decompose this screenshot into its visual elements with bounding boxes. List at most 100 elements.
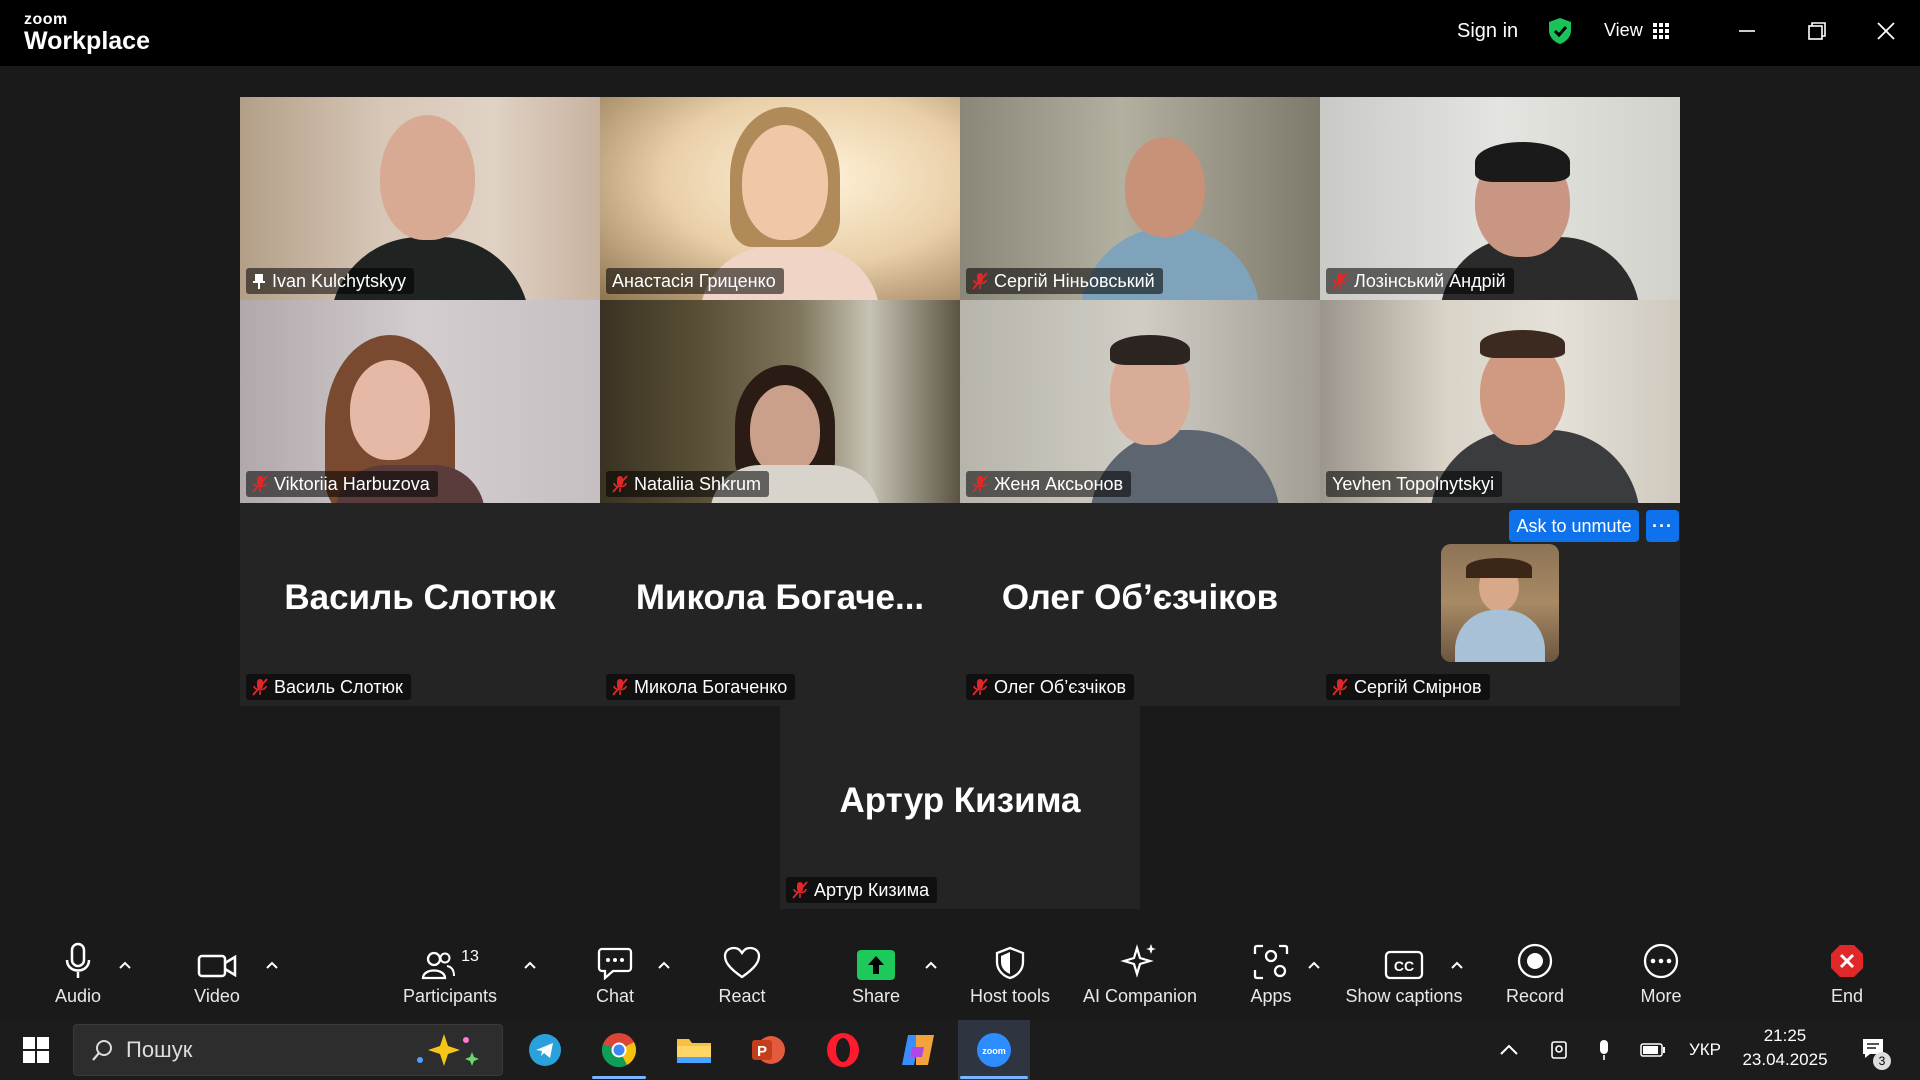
record-button[interactable]: Record <box>1505 930 1565 1020</box>
share-button[interactable]: Share <box>846 930 906 1020</box>
participant-tile[interactable]: Ivan Kulchytskyy <box>240 97 600 300</box>
participant-tile-active-speaker[interactable]: Yevhen Topolnytskyi <box>1320 300 1680 503</box>
chat-options-caret-icon[interactable] <box>657 958 671 972</box>
apps-button[interactable]: Apps <box>1241 930 1301 1020</box>
chrome-icon <box>601 1033 636 1068</box>
show-captions-button[interactable]: CC Show captions <box>1340 930 1468 1020</box>
participants-options-caret-icon[interactable] <box>523 958 537 972</box>
participant-tile[interactable]: Viktoriia Harbuzova <box>240 300 600 503</box>
participant-display-name: Микола Богаче... <box>635 578 925 617</box>
participant-tile[interactable]: Женя Аксьонов <box>960 300 1320 503</box>
taskbar-search-box[interactable]: Пошук <box>73 1024 503 1076</box>
clock[interactable]: 21:25 23.04.2025 <box>1737 1024 1833 1076</box>
end-meeting-button[interactable]: End <box>1817 930 1877 1020</box>
participant-name: Василь Слотюк <box>274 676 403 697</box>
powerpoint-app[interactable]: P <box>746 1028 790 1072</box>
file-explorer-app[interactable] <box>672 1028 716 1072</box>
logo-zoom-text: zoom <box>24 11 68 28</box>
ai-companion-button[interactable]: AI Companion <box>1080 930 1200 1020</box>
participant-name: Yevhen Topolnytskyi <box>1332 473 1495 494</box>
microphone-icon <box>65 942 91 978</box>
participant-tile[interactable]: Василь Слотюк Василь Слотюк <box>240 503 600 706</box>
participants-label: Participants <box>402 986 498 1006</box>
video-options-caret-icon[interactable] <box>265 958 279 972</box>
apps-options-caret-icon[interactable] <box>1307 958 1321 972</box>
battery-tray-button[interactable] <box>1637 1020 1669 1080</box>
end-label: End <box>1830 986 1864 1006</box>
zoom-running-indicator <box>960 1076 1028 1079</box>
participant-nameplate: Лозінський Андрій <box>1326 268 1514 294</box>
language-indicator[interactable]: УКР <box>1685 1020 1725 1080</box>
video-gallery: Ivan Kulchytskyy Анастасія Гриценко Серг… <box>0 66 1920 930</box>
search-icon <box>92 1040 112 1061</box>
security-shield-icon[interactable] <box>1547 17 1573 45</box>
host-tools-button[interactable]: Host tools <box>960 930 1060 1020</box>
restore-button[interactable] <box>1797 14 1837 48</box>
participant-name: Nataliia Shkrum <box>634 473 762 494</box>
folder-icon <box>677 1039 711 1063</box>
copilot-icon <box>902 1035 934 1065</box>
windows-logo-icon <box>23 1037 49 1063</box>
host-tools-label: Host tools <box>969 986 1051 1006</box>
audio-button[interactable]: Audio <box>48 930 108 1020</box>
participant-more-options-button[interactable]: ··· <box>1646 510 1679 542</box>
ai-sparkle-icon <box>1120 944 1156 978</box>
more-icon <box>1643 943 1679 979</box>
participants-count: 13 <box>461 948 479 965</box>
more-button[interactable]: More <box>1631 930 1691 1020</box>
participant-tile[interactable]: Анастасія Гриценко <box>600 97 960 300</box>
captions-options-caret-icon[interactable] <box>1450 958 1464 972</box>
copilot-app[interactable] <box>896 1028 940 1072</box>
chrome-app[interactable] <box>597 1028 641 1072</box>
pin-icon <box>253 274 265 289</box>
title-bar: zoom Workplace Sign in View <box>0 0 1920 66</box>
zoom-app[interactable]: zoom <box>972 1028 1016 1072</box>
participant-tile[interactable]: Лозінський Андрій <box>1320 97 1680 300</box>
view-button[interactable]: View <box>1604 20 1669 41</box>
participant-display-name: Олег Об’єзчіков <box>1001 578 1279 617</box>
microphone-tray-button[interactable] <box>1589 1020 1619 1080</box>
chat-button[interactable]: Chat <box>585 930 645 1020</box>
show-hidden-icons-button[interactable] <box>1495 1020 1523 1080</box>
participant-tile[interactable]: Nataliia Shkrum <box>600 300 960 503</box>
clock-date: 23.04.2025 <box>1742 1050 1828 1069</box>
participant-name: Сергій Ніньовський <box>994 270 1155 291</box>
participants-button[interactable]: 13 Participants <box>400 930 500 1020</box>
ask-to-unmute-button[interactable]: Ask to unmute <box>1509 510 1639 542</box>
sign-in-link[interactable]: Sign in <box>1457 20 1518 43</box>
more-label: More <box>1640 986 1682 1006</box>
apps-icon <box>1253 944 1289 980</box>
react-button[interactable]: React <box>712 930 772 1020</box>
video-camera-icon <box>197 954 237 978</box>
telegram-app[interactable] <box>523 1028 567 1072</box>
share-options-caret-icon[interactable] <box>924 958 938 972</box>
mic-muted-icon <box>792 881 808 899</box>
mic-muted-icon <box>612 678 628 696</box>
view-label: View <box>1604 20 1643 40</box>
participant-nameplate: Артур Кизима <box>786 877 938 903</box>
minimize-button[interactable] <box>1727 14 1767 48</box>
meet-now-tray-button[interactable] <box>1544 1020 1574 1080</box>
mic-muted-icon <box>972 272 988 290</box>
notifications-button[interactable]: 3 <box>1855 1020 1895 1080</box>
start-button[interactable] <box>14 1028 58 1072</box>
participant-name: Лозінський Андрій <box>1354 270 1506 291</box>
closed-captions-icon: CC <box>1384 950 1424 980</box>
video-button[interactable]: Video <box>187 930 247 1020</box>
participant-name: Микола Богаченко <box>634 676 788 697</box>
participant-nameplate: Nataliia Shkrum <box>606 471 770 497</box>
participant-tile[interactable]: Микола Богаче... Микола Богаченко <box>600 503 960 706</box>
svg-text:zoom: zoom <box>982 1046 1006 1056</box>
participant-name: Женя Аксьонов <box>994 473 1124 494</box>
mic-muted-icon <box>1332 678 1348 696</box>
close-button[interactable] <box>1866 14 1906 48</box>
opera-app[interactable] <box>821 1028 865 1072</box>
end-meeting-icon <box>1831 945 1863 977</box>
audio-options-caret-icon[interactable] <box>118 958 132 972</box>
participant-nameplate: Yevhen Topolnytskyi <box>1326 471 1503 497</box>
participant-tile[interactable]: Артур Кизима Артур Кизима <box>780 706 1140 909</box>
participant-tile[interactable]: Сергій Ніньовський <box>960 97 1320 300</box>
battery-icon <box>1640 1043 1665 1057</box>
participant-tile[interactable]: Олег Об’єзчіков Олег Об’єзчіков <box>960 503 1320 706</box>
zoom-workplace-logo: zoom Workplace <box>24 12 150 54</box>
